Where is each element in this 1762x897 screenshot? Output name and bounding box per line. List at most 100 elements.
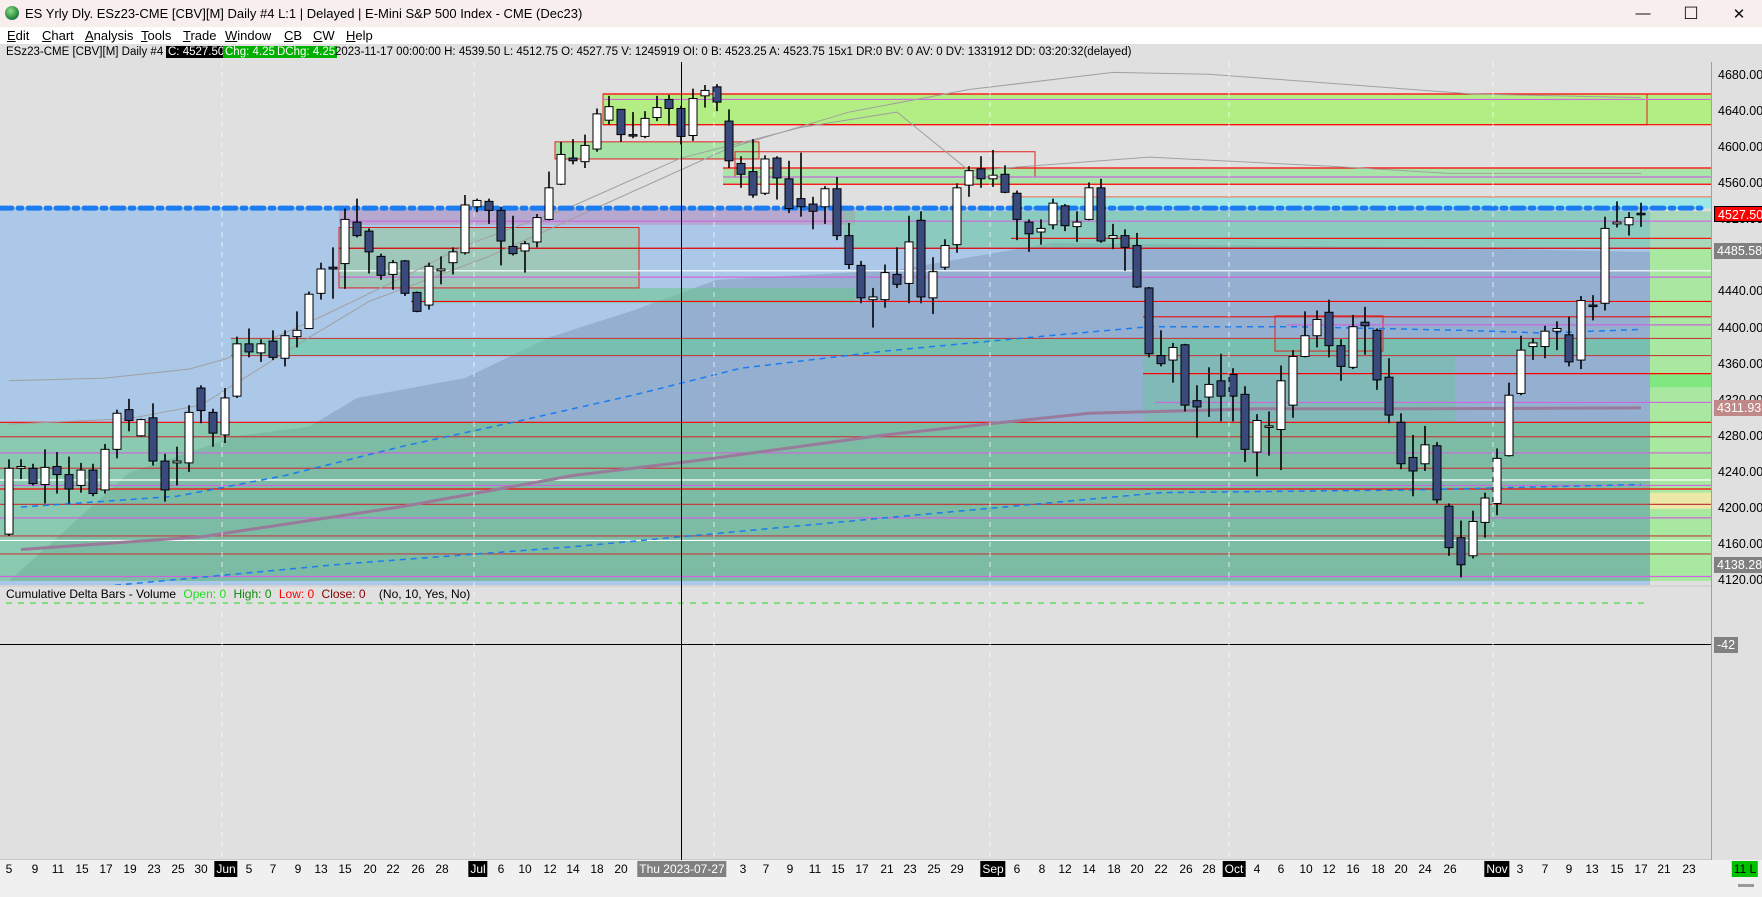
candle-body <box>1324 311 1334 347</box>
candle <box>88 463 98 497</box>
symbol-info: ESz23-CME [CBV][M] Daily #4 <box>6 46 164 58</box>
price-tick-label: 4360.00 <box>1718 356 1762 371</box>
candle <box>1636 202 1646 227</box>
candle-body <box>1132 245 1142 288</box>
candle-body <box>448 251 458 264</box>
candle-body <box>352 221 362 237</box>
candle <box>1216 353 1226 422</box>
candle <box>688 88 698 141</box>
daily-change-value: DChg: 4.25 <box>275 46 338 58</box>
minimize-button[interactable]: — <box>1620 0 1666 27</box>
candle <box>16 459 26 480</box>
data-window-line: ESz23-CME [CBV][M] Daily #4 C: 4527.50 C… <box>0 44 1762 62</box>
candle-body <box>40 466 50 486</box>
date-tick-label: 3 <box>739 862 747 876</box>
candle-body <box>508 245 518 255</box>
window-title: ES Yrly Dly. ESz23-CME [CBV][M] Daily #4… <box>25 6 583 21</box>
candle <box>664 94 674 126</box>
menu-help[interactable]: Help <box>346 28 373 43</box>
price-zone <box>231 338 1711 356</box>
candle-body <box>1000 173 1010 193</box>
candle-body <box>640 117 650 137</box>
date-tick-label: 30 <box>194 862 208 876</box>
candle <box>1408 434 1418 497</box>
date-tick-label: Jul <box>468 861 488 877</box>
candle-body <box>1036 227 1046 233</box>
candle <box>244 328 254 358</box>
menu-window[interactable]: Window <box>225 28 271 43</box>
candle <box>880 264 890 308</box>
candle-body <box>268 340 278 358</box>
candle <box>928 257 938 315</box>
candle <box>1504 382 1514 457</box>
date-tick-label: 29 <box>950 862 964 876</box>
price-tick-label: 4400.00 <box>1718 320 1762 335</box>
date-tick-label: 20 <box>614 862 628 876</box>
candle-body <box>28 467 38 485</box>
price-zone <box>1650 247 1711 582</box>
candle-body <box>1252 419 1262 453</box>
candle <box>364 228 374 274</box>
menu-trade[interactable]: Trade <box>183 28 217 43</box>
scroll-handle[interactable] <box>1738 884 1754 887</box>
candle-body <box>616 108 626 136</box>
candle <box>1420 425 1430 471</box>
candle <box>172 446 182 486</box>
date-tick-label: 22 <box>386 862 400 876</box>
candle <box>340 208 350 289</box>
candle <box>256 339 266 362</box>
candle-body <box>304 293 314 330</box>
candle-body <box>112 412 122 450</box>
menu-tools[interactable]: Tools <box>141 28 171 43</box>
date-tick-label: 18 <box>590 862 604 876</box>
candle <box>1348 314 1358 370</box>
candle <box>544 171 554 221</box>
candle <box>676 105 686 145</box>
candle <box>100 443 110 494</box>
candle <box>1372 328 1382 390</box>
date-tick-label: 18 <box>1371 862 1385 876</box>
candle-body <box>184 411 194 464</box>
date-tick-label: 15 <box>1610 862 1624 876</box>
candle <box>1336 339 1346 381</box>
candle <box>844 222 854 269</box>
candle <box>424 262 434 310</box>
candle-body <box>1312 318 1322 337</box>
candle-body <box>388 262 398 275</box>
price-chart[interactable] <box>0 0 1762 897</box>
candle <box>916 211 926 304</box>
candle-body <box>520 243 530 252</box>
date-tick-label: 14 <box>566 862 580 876</box>
candle-body <box>1204 383 1214 398</box>
date-tick-label: 9 <box>786 862 794 876</box>
maximize-button[interactable]: ☐ <box>1668 0 1714 27</box>
candle-body <box>1096 187 1106 242</box>
moving-average-line <box>109 483 1642 585</box>
date-tick-label: 18 <box>1107 862 1121 876</box>
candle-body <box>1300 335 1310 357</box>
candle-body <box>820 188 830 208</box>
candle <box>448 247 458 275</box>
candle <box>940 239 950 270</box>
menu-cw[interactable]: CW <box>313 28 335 43</box>
candle <box>352 198 362 238</box>
menu-edit[interactable]: Edit <box>7 28 29 43</box>
candle-body <box>412 291 422 312</box>
date-tick-label: 26 <box>1179 862 1193 876</box>
candle-body <box>832 188 842 237</box>
price-tick-label: 4120.00 <box>1718 573 1762 587</box>
price-zone <box>603 94 1711 125</box>
menu-chart[interactable]: Chart <box>42 28 74 43</box>
value-area <box>0 208 1650 585</box>
candle-body <box>532 217 542 243</box>
close-button[interactable]: ✕ <box>1716 0 1762 27</box>
menu-analysis[interactable]: Analysis <box>85 28 133 43</box>
candle <box>784 160 794 214</box>
candle-body <box>580 144 590 163</box>
candle <box>124 398 134 432</box>
date-tick-label: 21 <box>1657 862 1671 876</box>
candle <box>952 183 962 253</box>
menu-cb[interactable]: CB <box>284 28 302 43</box>
candle-body <box>1120 235 1130 248</box>
candle <box>1516 335 1526 396</box>
